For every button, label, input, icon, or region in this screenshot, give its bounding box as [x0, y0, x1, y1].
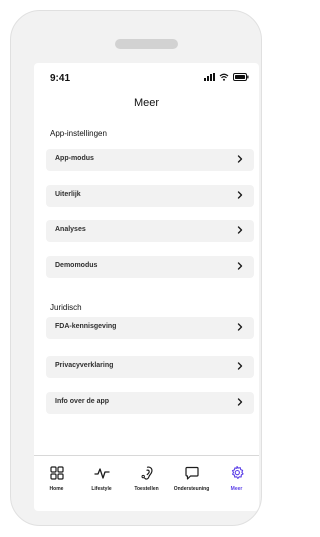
nav-tab-home[interactable]: Home — [36, 464, 78, 492]
lifestyle-pulse-icon — [93, 464, 111, 482]
menu-item-appearance[interactable]: Uiterlijk — [46, 185, 254, 207]
nav-tab-label: Lifestyle — [91, 486, 112, 492]
section-heading-legal: Juridisch — [50, 303, 82, 312]
menu-item-label: Info over de app — [55, 398, 110, 405]
battery-icon — [233, 73, 249, 81]
nav-tab-label: Home — [49, 486, 64, 492]
nav-tab-label: Ondersteuning — [173, 486, 210, 492]
menu-item-analytics[interactable]: Analyses — [46, 220, 254, 242]
chevron-right-icon — [237, 262, 243, 270]
phone-frame: 9:41 Meer App-instellingen App-modus Uit… — [10, 10, 262, 526]
chevron-right-icon — [237, 226, 243, 234]
menu-item-label: Analyses — [55, 226, 86, 233]
chevron-right-icon — [237, 155, 243, 163]
wifi-icon — [219, 73, 229, 81]
app-screen: 9:41 Meer App-instellingen App-modus Uit… — [34, 63, 259, 511]
nav-tab-lifestyle[interactable]: Lifestyle — [81, 464, 123, 492]
chevron-right-icon — [237, 323, 243, 331]
page-title: Meer — [133, 97, 160, 109]
chevron-right-icon — [237, 362, 243, 370]
nav-tab-more[interactable]: Meer — [216, 464, 258, 492]
nav-tab-devices[interactable]: Toestellen — [126, 464, 168, 492]
gear-icon — [228, 464, 246, 482]
section-heading-app-settings: App-instellingen — [50, 129, 107, 138]
chevron-right-icon — [237, 398, 243, 406]
nav-tab-label: Toestellen — [134, 486, 159, 492]
menu-item-app-mode[interactable]: App-modus — [46, 149, 254, 171]
nav-tab-label: Meer — [230, 486, 243, 492]
status-time: 9:41 — [50, 73, 71, 84]
status-icons — [204, 73, 249, 81]
bottom-navigation: Home Lifestyle Toestellen Ondersteuning … — [34, 455, 259, 511]
menu-item-demo-mode[interactable]: Demomodus — [46, 256, 254, 278]
hearing-aid-icon — [138, 464, 156, 482]
menu-item-label: Privacyverklaring — [55, 362, 114, 369]
speaker-grill — [115, 39, 178, 49]
menu-item-label: FDA-kennisgeving — [55, 323, 117, 330]
nav-tab-support[interactable]: Ondersteuning — [171, 464, 213, 492]
chevron-right-icon — [237, 191, 243, 199]
chat-bubble-icon — [183, 464, 201, 482]
signal-icon — [204, 73, 215, 81]
menu-item-label: Uiterlijk — [55, 191, 81, 198]
status-bar: 9:41 — [34, 63, 259, 95]
menu-item-about-app[interactable]: Info over de app — [46, 392, 254, 414]
menu-item-label: Demomodus — [55, 262, 98, 269]
home-grid-icon — [48, 464, 66, 482]
menu-item-label: App-modus — [55, 155, 94, 162]
menu-item-fda-notice[interactable]: FDA-kennisgeving — [46, 317, 254, 339]
menu-item-privacy-statement[interactable]: Privacyverklaring — [46, 356, 254, 378]
